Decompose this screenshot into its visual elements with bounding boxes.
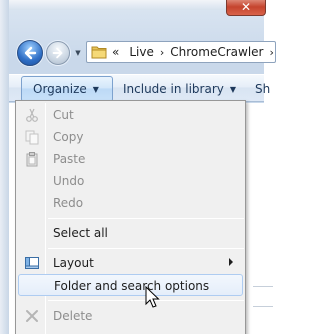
back-arrow-icon [24, 46, 37, 60]
menu-item-label: Folder and search options [54, 279, 210, 293]
breadcrumb-separator[interactable]: › [269, 46, 273, 59]
menu-item-label: Undo [53, 174, 85, 188]
menu-item-undo[interactable]: Undo [18, 170, 243, 192]
chevron-down-icon: ▼ [92, 84, 99, 94]
menu-item-label: Select all [53, 226, 108, 240]
menu-item-redo[interactable]: Redo [18, 192, 243, 214]
layout-icon [24, 255, 40, 271]
menu-item-layout[interactable]: Layout [18, 252, 243, 274]
share-button[interactable]: Sh [255, 76, 270, 102]
organize-label: Organize [33, 82, 87, 96]
recent-pages-dropdown[interactable]: ▼ [73, 49, 83, 57]
delete-x-icon [24, 308, 40, 324]
menu-item-cutoff[interactable] [18, 327, 243, 334]
breadcrumb-overflow-button[interactable]: « [112, 45, 119, 59]
list-item [253, 286, 273, 287]
menu-item-label: Cut [53, 108, 74, 122]
window-top-edge [0, 0, 264, 10]
folder-icon [91, 45, 107, 59]
menu-item-delete[interactable]: Delete [18, 305, 243, 327]
back-button[interactable] [17, 40, 43, 66]
submenu-arrow-icon [229, 258, 233, 266]
menu-separator [48, 248, 244, 249]
menu-item-select-all[interactable]: Select all [18, 222, 243, 244]
chevron-down-icon: ▼ [229, 84, 237, 94]
menu-item-label: Redo [53, 196, 84, 210]
menu-item-label: Paste [53, 152, 86, 166]
menu-item-copy[interactable]: Copy [18, 126, 243, 148]
include-in-library-button[interactable]: Include in library ▼ [123, 76, 236, 102]
menu-separator [48, 218, 244, 219]
chevron-down-icon: ▼ [75, 49, 81, 57]
breadcrumb-chromecrawler[interactable]: ChromeCrawler [170, 45, 263, 59]
copy-icon [24, 129, 40, 145]
menu-item-label: Delete [53, 309, 93, 323]
breadcrumb-separator[interactable]: › [160, 46, 164, 59]
menu-item-folder-and-search-options[interactable]: Folder and search options [18, 274, 243, 296]
menu-item-label: Layout [53, 256, 94, 270]
organize-menu: Cut Copy Paste Undo Redo Select all Layo… [15, 100, 246, 334]
forward-arrow-icon [52, 47, 63, 59]
mouse-cursor-icon [145, 286, 160, 308]
paste-icon [24, 151, 40, 167]
command-bar: Organize ▼ Include in library ▼ Sh [9, 74, 270, 102]
forward-button[interactable] [46, 41, 70, 65]
menu-item-cut[interactable]: Cut [18, 104, 243, 126]
list-item [253, 306, 273, 307]
scissors-icon [24, 107, 40, 123]
address-bar[interactable]: « Live › ChromeCrawler › [86, 41, 276, 63]
window-left-edge [0, 0, 9, 334]
breadcrumb-live[interactable]: Live [129, 45, 154, 59]
share-label: Sh [255, 82, 271, 96]
menu-item-paste[interactable]: Paste [18, 148, 243, 170]
close-icon: ✕ [240, 0, 252, 14]
include-in-library-label: Include in library [123, 82, 224, 96]
menu-item-label: Copy [53, 130, 84, 144]
organize-button[interactable]: Organize ▼ [21, 76, 113, 102]
close-window-button[interactable]: ✕ [226, 0, 266, 16]
